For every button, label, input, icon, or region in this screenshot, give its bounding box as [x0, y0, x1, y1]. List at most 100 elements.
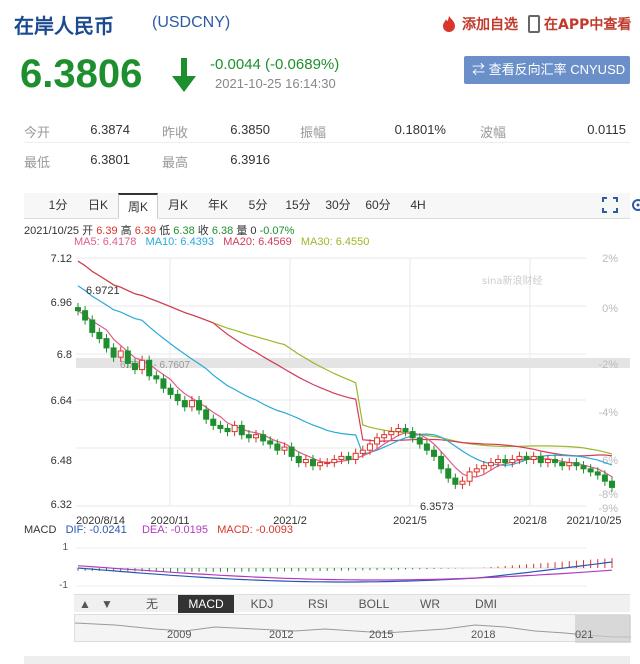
reverse-rate-button[interactable]: ⇄ 查看反向汇率 CNYUSD [464, 56, 630, 84]
candle-body [75, 307, 81, 312]
candle-body [530, 455, 537, 460]
gear-icon[interactable] [630, 197, 640, 213]
x-tick: 2021/5 [393, 515, 427, 527]
ma5-line [77, 310, 613, 478]
candle-body [96, 331, 103, 340]
fire-icon [443, 16, 455, 32]
indicator-kdj[interactable]: KDJ [234, 595, 290, 613]
candle-body [523, 455, 530, 460]
indicator-boll[interactable]: BOLL [346, 595, 402, 613]
header: 在岸人民币 (USDCNY) 添加自选 在APP中查看 [0, 0, 640, 48]
tab-4h[interactable]: 4H [398, 193, 438, 219]
tab-30min[interactable]: 30分 [318, 193, 358, 219]
y-axis-right: 2%0%-2%-4%-6%-8%-9% [598, 253, 618, 515]
tab-week[interactable]: 周K [118, 193, 158, 219]
nav-year: 2012 [269, 629, 294, 641]
page-title: 在岸人民币 [14, 14, 114, 38]
macd-title: MACD [24, 524, 57, 536]
low-label: 最低 [24, 155, 51, 170]
tab-15min[interactable]: 15分 [278, 193, 318, 219]
open-app-label: 在APP中查看 [544, 17, 632, 33]
y-tick-right: -8% [598, 489, 618, 501]
swap-icon: ⇄ [472, 62, 489, 77]
ma30-value: MA30: 6.4550 [300, 236, 370, 248]
scroll-up-icon[interactable]: ▲ [74, 595, 96, 613]
candle-body [509, 459, 516, 464]
macd-header: MACD DIF: -0.0241 DEA: -0.0195 MACD: -0.… [24, 524, 293, 536]
open-app-button[interactable]: 在APP中查看 [528, 14, 631, 34]
candle-body [495, 459, 502, 464]
nav-year: 021 [575, 629, 594, 641]
candle-body [217, 424, 224, 429]
candle-body [324, 462, 331, 465]
tab-60min[interactable]: 60分 [358, 193, 398, 219]
indicator-macd[interactable]: MACD [178, 595, 234, 613]
candle-body [295, 455, 302, 464]
ma30-line [77, 260, 613, 455]
scroll-down-icon[interactable]: ▼ [96, 595, 118, 613]
candle-body [402, 428, 409, 433]
tab-month[interactable]: 月K [158, 193, 198, 219]
candle-body [338, 455, 345, 460]
candles [75, 302, 615, 493]
candle-body [544, 459, 551, 464]
candle-body [395, 428, 402, 433]
candle-body [288, 446, 295, 457]
y-tick-right: 2% [602, 253, 618, 265]
fullscreen-icon[interactable] [602, 197, 618, 213]
max-annotation: 6.9721 [86, 285, 120, 297]
y-tick-right: 0% [602, 303, 618, 315]
candle-body [238, 424, 245, 436]
stats-row: 最低 6.3801 最高 6.3916 [0, 146, 640, 176]
indicator-bar: ▲ ▼ 无 MACD KDJ RSI BOLL WR DMI [74, 594, 630, 613]
candlestick-chart[interactable]: 6.7865 - 6.7607 sina新浪财经 7.126.966.86.64… [24, 250, 630, 528]
candle-body [309, 459, 316, 467]
range-navigator[interactable]: 2009 2012 2015 2018 021 [74, 614, 631, 643]
add-favorite-button[interactable]: 添加自选 [440, 14, 518, 34]
watermark: sina新浪财经 [482, 274, 542, 287]
current-price: 6.3806 [20, 52, 143, 96]
candle-body [103, 338, 110, 349]
y-tick-left: 6.64 [51, 395, 72, 407]
indicator-wr[interactable]: WR [402, 595, 458, 613]
indicator-dmi[interactable]: DMI [458, 595, 514, 613]
amp-value: 0.1801% [394, 122, 446, 137]
indicator-rsi[interactable]: RSI [290, 595, 346, 613]
candle-body [352, 452, 359, 461]
footer-strip [24, 656, 630, 664]
macd-histogram [77, 558, 613, 572]
candle-body [260, 434, 267, 442]
candle-body [374, 437, 381, 445]
wave-value: 0.0115 [587, 122, 626, 137]
dif-line [77, 561, 613, 583]
candle-body [160, 378, 167, 389]
nav-year: 2009 [167, 629, 192, 641]
reverse-rate-label: 查看反向汇率 CNYUSD [488, 62, 626, 77]
candle-body [423, 443, 430, 451]
tab-1min[interactable]: 1分 [38, 193, 78, 219]
candle-body [594, 471, 601, 476]
candle-body [388, 431, 395, 436]
y-tick-right: -4% [598, 407, 618, 419]
quote-time: 2021-10-25 16:14:30 [215, 76, 336, 91]
nav-year: 2015 [369, 629, 394, 641]
tab-year[interactable]: 年K [198, 193, 238, 219]
candle-body [124, 350, 131, 364]
indicator-none[interactable]: 无 [126, 595, 178, 613]
ma10-value: MA10: 6.4393 [145, 236, 215, 248]
tab-5min[interactable]: 5分 [238, 193, 278, 219]
add-favorite-label: 添加自选 [462, 17, 518, 33]
ma-line: MA5: 6.4178 MA10: 6.4393 MA20: 6.4569 MA… [74, 236, 369, 248]
y-tick-right: -2% [598, 359, 618, 371]
ma20-value: MA20: 6.4569 [223, 236, 292, 248]
tab-day[interactable]: 日K [78, 193, 118, 219]
candle-body [117, 350, 124, 358]
candle-body [153, 375, 160, 380]
macd-y-bottom: -1 [59, 580, 68, 591]
candle-body [573, 462, 580, 467]
y-axis-left: 7.12 6.96 6.8 6.64 6.48 6.32 [51, 253, 72, 511]
y-tick-right: -9% [598, 503, 618, 515]
candle-body [445, 468, 452, 479]
candle-body [601, 474, 608, 482]
candle-body [431, 449, 437, 457]
